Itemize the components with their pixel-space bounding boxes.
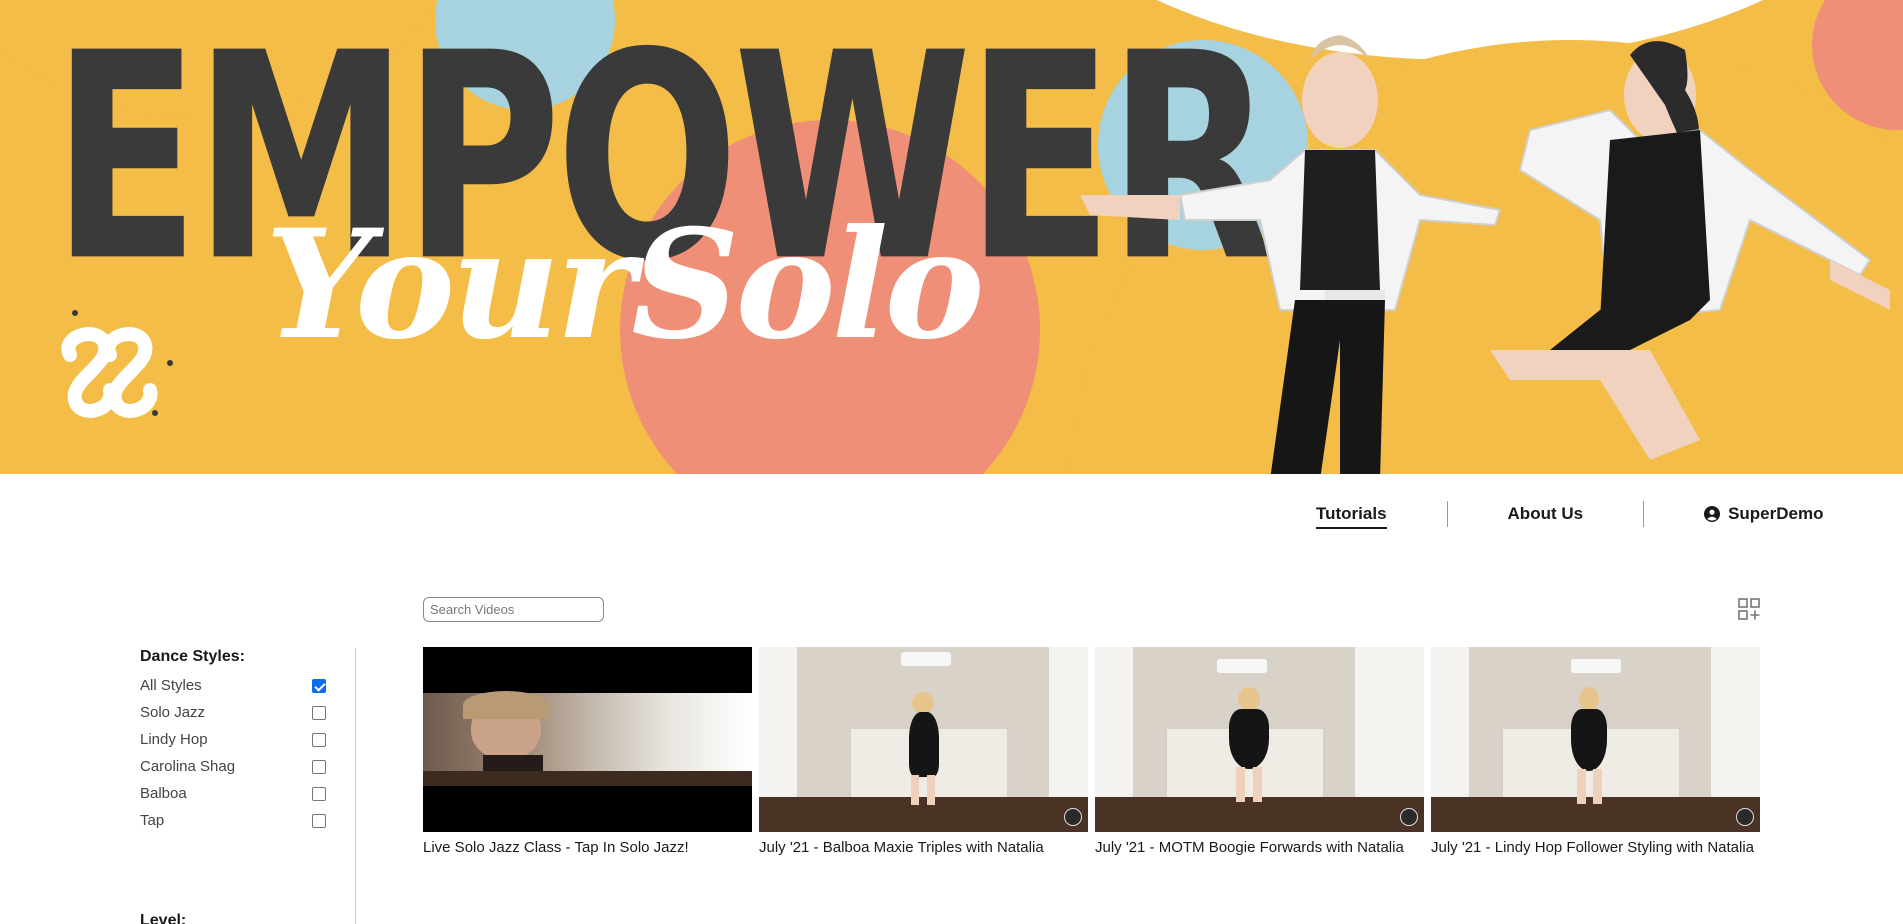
creator-badge-icon bbox=[1736, 808, 1754, 826]
filter-option-all-styles[interactable]: All Styles bbox=[140, 672, 326, 699]
dance-style-filters: Dance Styles: All Styles Solo Jazz Lindy… bbox=[140, 648, 326, 834]
filter-option-balboa[interactable]: Balboa bbox=[140, 780, 326, 807]
filter-option-solo-jazz[interactable]: Solo Jazz bbox=[140, 699, 326, 726]
filter-option-label: Balboa bbox=[140, 785, 187, 802]
nav-account-superdemo[interactable]: SuperDemo bbox=[1704, 504, 1824, 524]
dancer-image-left bbox=[1080, 35, 1502, 474]
video-thumbnail[interactable] bbox=[759, 647, 1088, 832]
filter-option-lindy-hop[interactable]: Lindy Hop bbox=[140, 726, 326, 753]
video-grid: Live Solo Jazz Class - Tap In Solo Jazz!… bbox=[423, 647, 1760, 857]
filter-option-carolina-shag[interactable]: Carolina Shag bbox=[140, 753, 326, 780]
video-card[interactable]: Live Solo Jazz Class - Tap In Solo Jazz! bbox=[423, 647, 752, 857]
filter-title: Dance Styles: bbox=[140, 648, 245, 665]
filter-checkbox[interactable] bbox=[312, 759, 326, 774]
nav-tutorials[interactable]: Tutorials bbox=[1316, 499, 1387, 529]
nav-separator bbox=[1446, 501, 1448, 527]
video-thumbnail[interactable] bbox=[1431, 647, 1760, 832]
nav-account-label: SuperDemo bbox=[1728, 504, 1824, 523]
video-thumbnail[interactable] bbox=[423, 647, 752, 832]
grid-add-icon[interactable] bbox=[1738, 598, 1760, 620]
video-card[interactable]: July '21 - Balboa Maxie Triples with Nat… bbox=[759, 647, 1088, 857]
filter-checkbox[interactable] bbox=[312, 705, 326, 720]
follow-focus-logo bbox=[61, 310, 173, 418]
video-title[interactable]: Live Solo Jazz Class - Tap In Solo Jazz! bbox=[423, 838, 752, 857]
filter-option-label: Tap bbox=[140, 812, 165, 829]
nav-tutorials-label: Tutorials bbox=[1316, 504, 1387, 523]
dancer-image-right bbox=[1490, 41, 1890, 460]
nav-about-us[interactable]: About Us bbox=[1508, 504, 1584, 524]
video-title[interactable]: July '21 - MOTM Boogie Forwards with Nat… bbox=[1095, 838, 1424, 857]
filter-checkbox[interactable] bbox=[312, 813, 326, 828]
video-card[interactable]: July '21 - Lindy Hop Follower Styling wi… bbox=[1431, 647, 1760, 857]
video-title[interactable]: July '21 - Balboa Maxie Triples with Nat… bbox=[759, 838, 1088, 857]
nav-about-us-label: About Us bbox=[1507, 504, 1584, 523]
filter-option-label: All Styles bbox=[140, 677, 202, 694]
filter-option-label: Carolina Shag bbox=[140, 758, 236, 775]
creator-badge-icon bbox=[1064, 808, 1082, 826]
filter-checkbox[interactable] bbox=[312, 786, 326, 801]
sidebar-divider bbox=[355, 648, 356, 924]
hero-banner: EMPOWER YourSolo bbox=[0, 0, 1903, 474]
user-circle-icon bbox=[1704, 506, 1721, 522]
top-nav: Tutorials About Us SuperDemo bbox=[1300, 490, 1860, 538]
filter-option-label: Solo Jazz bbox=[140, 704, 206, 721]
video-thumbnail[interactable] bbox=[1095, 647, 1424, 832]
filter-option-tap[interactable]: Tap bbox=[140, 807, 326, 834]
creator-badge-icon bbox=[1400, 808, 1418, 826]
search-videos-input[interactable] bbox=[423, 597, 604, 622]
filter-checkbox[interactable] bbox=[312, 732, 326, 747]
filter-checkbox[interactable] bbox=[312, 678, 326, 693]
headline-your-solo: YourSolo bbox=[265, 197, 985, 373]
filter-option-label: Lindy Hop bbox=[140, 731, 208, 748]
nav-separator bbox=[1643, 501, 1645, 527]
video-title[interactable]: July '21 - Lindy Hop Follower Styling wi… bbox=[1431, 838, 1760, 857]
filter-level-title: Level: bbox=[140, 912, 187, 924]
video-card[interactable]: July '21 - MOTM Boogie Forwards with Nat… bbox=[1095, 647, 1424, 857]
